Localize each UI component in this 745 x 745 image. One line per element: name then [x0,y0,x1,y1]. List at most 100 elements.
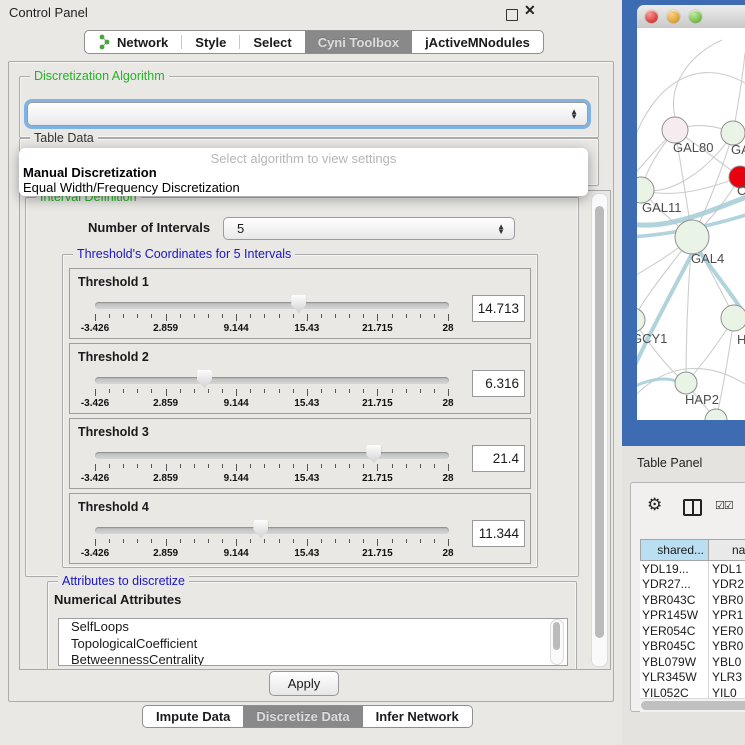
table-row[interactable]: YPR145WYPR1 [640,608,745,624]
attributes-scrollbar[interactable] [550,619,564,665]
tick-label: 21.715 [362,473,393,484]
cell-name: YBR0 [709,639,743,655]
network-edge[interactable] [673,40,722,117]
numerical-attributes-list[interactable]: SelfLoopsTopologicalCoefficientBetweenne… [58,618,568,666]
number-of-intervals-combobox[interactable]: 5 ▲▼ [223,217,515,240]
slider-handle[interactable] [291,295,306,313]
apply-button[interactable]: Apply [269,671,339,696]
network-node[interactable] [675,372,697,394]
slider-handle[interactable] [197,370,212,388]
table-row[interactable]: YBR043CYBR0 [640,592,745,608]
table-row[interactable]: YDL19...YDL1 [640,561,745,577]
cell-name: YDL1 [709,561,742,577]
network-desktop: GAL80GACGAL11GAL4GCY1HHAP2 [622,0,745,446]
attributes-label: Attributes to discretize [58,574,189,588]
bottom-tab-bar: Impute DataDiscretize DataInfer Network [142,705,473,728]
attribute-list-item[interactable]: TopologicalCoefficient [59,636,567,653]
tick-label: 15.43 [294,473,319,484]
tick-label: 28 [442,473,453,484]
threshold-value-field[interactable]: 11.344 [472,520,525,547]
tab-jactivemnodules[interactable]: jActiveMNodules [412,31,543,53]
table-rows: YDL19...YDL1YDR27...YDR2YBR043CYBR0YPR14… [640,561,745,698]
tick-label: 9.144 [224,398,249,409]
tab-style[interactable]: Style [182,31,239,53]
threshold-value-field[interactable]: 6.316 [472,370,525,397]
tab-label: Network [117,35,168,50]
cell-shared-name: YIL052C [640,685,709,698]
node-label: GAL80 [673,140,713,155]
network-node[interactable] [675,220,709,254]
column-header-name[interactable]: na [709,539,745,561]
threshold-row: Threshold 1-3.4262.8599.14415.4321.71528… [69,268,531,339]
numerical-attributes-label: Numerical Attributes [54,592,181,607]
slider-track[interactable] [95,452,449,459]
table-row[interactable]: YER054CYER0 [640,623,745,639]
attribute-list-item[interactable]: BetweennessCentrality [59,652,567,666]
cyni-toolbox-panel: Discretization Algorithm ▲▼ Select algor… [8,61,614,702]
panel-title: Control Panel [9,5,88,20]
slider-track[interactable] [95,302,449,309]
tab-network[interactable]: Network [85,31,181,53]
mac-close-icon[interactable] [645,10,658,23]
application-window: Control Panel ✕ Network StyleSelectCyni T… [0,0,745,745]
algorithm-option-manual[interactable]: Manual Discretization [23,165,157,180]
tab-select[interactable]: Select [240,31,304,53]
table-row[interactable]: YBR045CYBR0 [640,639,745,655]
close-icon[interactable]: ✕ [524,2,536,19]
slider-track[interactable] [95,527,449,534]
float-window-icon[interactable] [506,9,518,21]
gear-icon[interactable]: ⚙ [647,495,662,515]
threshold-value-field[interactable]: 21.4 [472,445,525,472]
network-window-titlebar[interactable] [637,5,745,29]
cell-shared-name: YBL079W [640,654,709,670]
network-node[interactable] [721,305,745,331]
node-label: GAL4 [691,251,724,266]
algorithm-combobox[interactable]: ▲▼ [27,102,588,126]
tick-label: 21.715 [362,548,393,559]
discretization-algorithm-label: Discretization Algorithm [30,69,169,83]
cell-name: YPR1 [709,608,743,624]
table-row[interactable]: YIL052CYIL0 [640,685,745,698]
cell-name: YIL0 [709,685,737,698]
combo-arrows-icon: ▲▼ [570,109,578,119]
threshold-value-field[interactable]: 14.713 [472,295,525,322]
cell-name: YBL0 [709,654,741,670]
mac-zoom-icon[interactable] [689,10,702,23]
slider-handle[interactable] [253,520,268,538]
slider-track[interactable] [95,377,449,384]
network-edge[interactable] [637,320,686,383]
slider-ruler: -3.4262.8599.14415.4321.71528 [95,464,450,488]
panel-scrollbar[interactable] [591,193,608,667]
attribute-list-item[interactable]: SelfLoops [59,619,567,636]
network-node[interactable] [637,308,645,332]
column-header-shared-name[interactable]: shared... [640,539,709,561]
table-row[interactable]: YLR345WYLR3 [640,670,745,686]
tab-discretize-data[interactable]: Discretize Data [243,706,362,727]
threshold-label: Threshold 4 [78,500,149,514]
tab-infer-network[interactable]: Infer Network [363,706,472,727]
table-hscrollbar[interactable] [640,698,745,712]
cell-name: YLR3 [709,670,742,686]
table-row[interactable]: YBL079WYBL0 [640,654,745,670]
tick-label: -3.426 [81,548,109,559]
table-panel: Table Panel ⚙ ☑☑ shared... na YDL19...YD… [622,446,745,745]
tick-label: 28 [442,323,453,334]
table-row[interactable]: YDR27...YDR2 [640,577,745,593]
network-graph: GAL80GACGAL11GAL4GCY1HHAP2 [637,28,745,420]
slider-ruler: -3.4262.8599.14415.4321.71528 [95,314,450,338]
mac-minimize-icon[interactable] [667,10,680,23]
network-canvas[interactable]: GAL80GACGAL11GAL4GCY1HHAP2 [637,28,745,420]
slider-handle[interactable] [366,445,381,463]
attributes-group: Attributes to discretize Numerical Attri… [47,581,577,670]
tick-label: 2.859 [153,548,178,559]
algorithm-option-equal-width[interactable]: Equal Width/Frequency Discretization [23,180,240,195]
split-view-icon[interactable] [683,499,702,516]
tick-label: 15.43 [294,323,319,334]
thresholds-group: Threshold's Coordinates for 5 Intervals … [62,254,538,568]
tab-cyni-toolbox[interactable]: Cyni Toolbox [305,31,412,53]
tab-impute-data[interactable]: Impute Data [143,706,243,727]
algorithm-placeholder: Select algorithm to view settings [19,151,588,166]
threshold-rows: Threshold 1-3.4262.8599.14415.4321.71528… [63,268,531,568]
show-columns-icon[interactable]: ☑☑ [715,499,733,512]
interval-definition-group: Interval Definition Number of Intervals … [25,197,579,577]
